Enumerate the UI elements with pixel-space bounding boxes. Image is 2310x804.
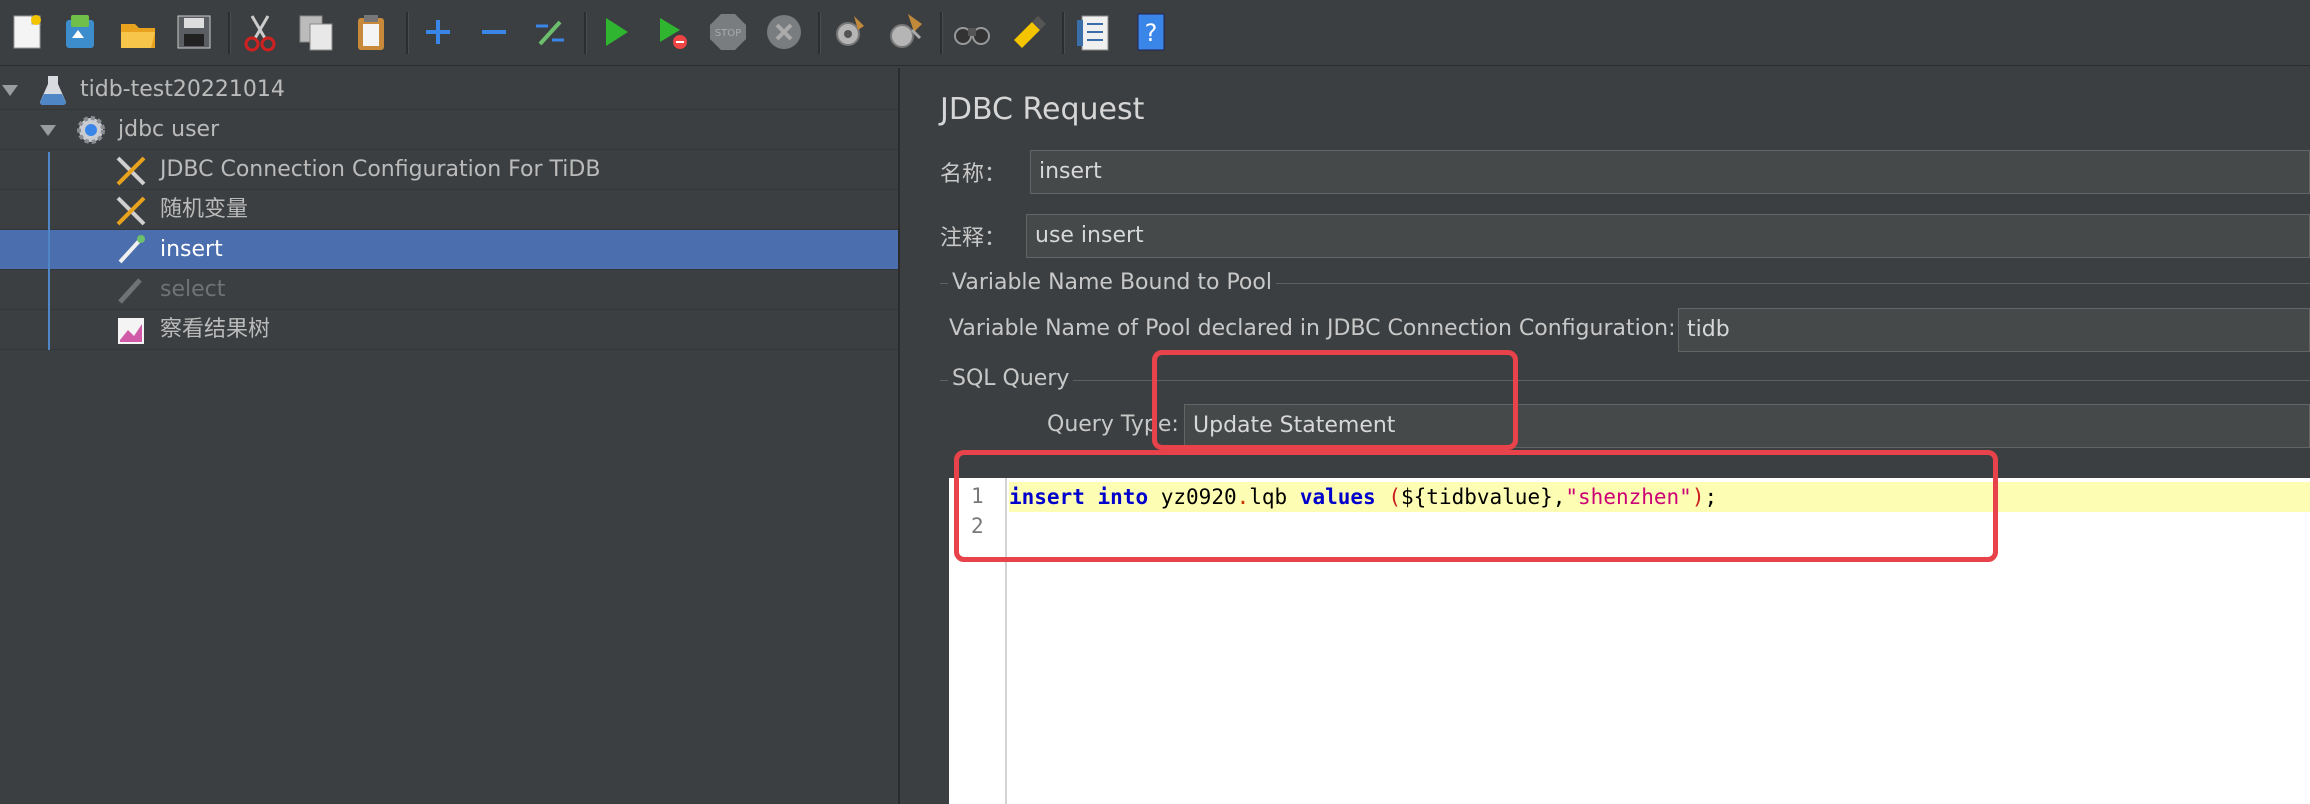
tree-item-insert[interactable]: insert [0, 230, 898, 270]
paste-icon[interactable] [350, 10, 394, 54]
tree-item-select[interactable]: select [0, 270, 898, 310]
annotation-box-sql [954, 450, 1998, 562]
cut-icon[interactable] [238, 10, 282, 54]
save-icon[interactable] [172, 10, 216, 54]
new-icon[interactable] [6, 10, 50, 54]
sampler-pipette-icon [114, 234, 148, 266]
stop-icon[interactable]: STOP [706, 10, 750, 54]
config-tools-icon [114, 194, 148, 226]
tree-item-label: 随机变量 [160, 197, 249, 222]
expand-icon[interactable] [416, 10, 460, 54]
tree-item-test-plan[interactable]: tidb-test20221014 [0, 70, 898, 110]
thread-group-gear-icon [74, 114, 108, 146]
search-icon[interactable] [950, 10, 994, 54]
function-helper-icon[interactable] [1072, 10, 1116, 54]
sql-group-border [940, 380, 2310, 381]
name-field[interactable]: insert [1030, 150, 2310, 194]
page-title: JDBC Request [940, 92, 1145, 127]
open-icon[interactable] [116, 10, 160, 54]
sql-group-title: SQL Query [948, 366, 1074, 391]
tree-guide-line [48, 152, 50, 350]
test-plan-tree: tidb-test20221014 jdbc user JDBC Connect… [0, 68, 900, 804]
pool-group-title: Variable Name Bound to Pool [948, 270, 1276, 295]
sampler-pipette-icon [114, 274, 148, 306]
comments-label: 注释： [940, 226, 1007, 251]
tree-item-label: JDBC Connection Configuration For TiDB [160, 157, 601, 182]
name-label: 名称： [940, 162, 1007, 187]
help-icon[interactable]: ? [1128, 10, 1172, 54]
collapse-icon[interactable] [472, 10, 516, 54]
tree-item-label: select [160, 277, 226, 302]
start-icon[interactable] [594, 10, 638, 54]
expand-arrow-icon[interactable] [40, 125, 56, 136]
tree-item-label: 察看结果树 [160, 317, 271, 342]
clear-icon[interactable] [828, 10, 872, 54]
test-plan-icon [36, 74, 70, 106]
tree-item-random-variable[interactable]: 随机变量 [0, 190, 898, 230]
tree-item-thread-group[interactable]: jdbc user [0, 110, 898, 150]
expand-arrow-icon[interactable] [2, 85, 18, 96]
copy-icon[interactable] [294, 10, 338, 54]
toggle-icon[interactable] [528, 10, 572, 54]
tree-item-label: jdbc user [118, 117, 220, 142]
comments-field[interactable]: use insert [1026, 214, 2310, 258]
svg-text:STOP: STOP [715, 28, 741, 39]
listener-graph-icon [114, 314, 148, 346]
tree-item-label: tidb-test20221014 [80, 77, 285, 102]
pool-variable-field[interactable]: tidb [1678, 308, 2310, 352]
annotation-box-query-type [1152, 350, 1518, 450]
config-tools-icon [114, 154, 148, 186]
main-toolbar: STOP ? [0, 0, 2310, 66]
clear-all-icon[interactable] [884, 10, 928, 54]
tree-item-jdbc-config[interactable]: JDBC Connection Configuration For TiDB [0, 150, 898, 190]
shutdown-icon[interactable] [762, 10, 806, 54]
jdbc-request-panel: JDBC Request 名称： insert 注释： use insert V… [914, 68, 2310, 804]
svg-text:?: ? [1145, 19, 1158, 47]
start-no-pause-icon[interactable] [650, 10, 694, 54]
tree-item-view-results-tree[interactable]: 察看结果树 [0, 310, 898, 350]
templates-icon[interactable] [58, 10, 102, 54]
tree-item-label: insert [160, 237, 223, 262]
reset-search-icon[interactable] [1006, 10, 1050, 54]
pool-label: Variable Name of Pool declared in JDBC C… [949, 316, 1676, 341]
